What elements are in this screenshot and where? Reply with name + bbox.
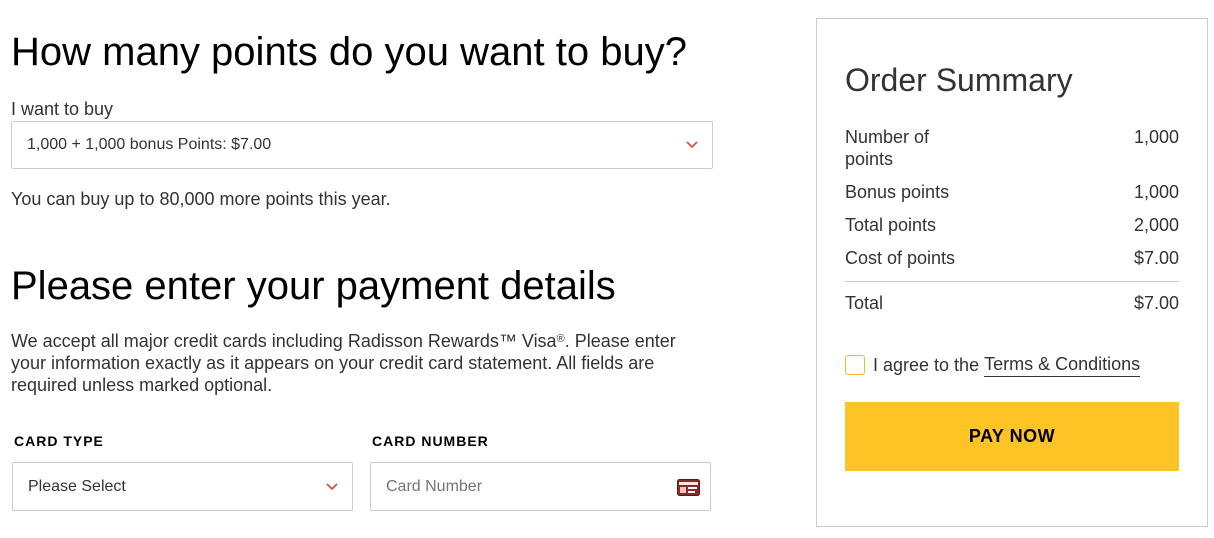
total-label: Total xyxy=(845,293,884,313)
summary-label: Number of points xyxy=(845,127,930,169)
card-number-placeholder: Card Number xyxy=(386,477,483,495)
points-package-select[interactable]: 1,000 + 1,000 bonus Points: $7.00 xyxy=(11,121,713,169)
summary-label: Cost of points xyxy=(845,248,956,268)
pay-now-button[interactable]: PAY NOW xyxy=(845,402,1179,471)
summary-label: Bonus points xyxy=(845,182,950,202)
buy-label: I want to buy xyxy=(11,99,114,119)
credit-card-icon xyxy=(677,479,700,496)
points-package-value: 1,000 + 1,000 bonus Points: $7.00 xyxy=(27,136,272,153)
summary-value: 1,000 xyxy=(1133,182,1179,202)
registered-mark: ® xyxy=(556,333,565,345)
card-number-input[interactable]: Card Number xyxy=(370,462,711,511)
payment-description: We accept all major credit cards includi… xyxy=(11,330,691,396)
order-summary-title: Order Summary xyxy=(845,62,1073,98)
terms-checkbox[interactable] xyxy=(845,355,865,375)
summary-divider xyxy=(845,281,1179,282)
card-type-value: Please Select xyxy=(28,477,126,495)
payment-description-part1: We accept all major credit cards includi… xyxy=(11,331,557,351)
order-summary-panel: Order Summary Number of points 1,000 Bon… xyxy=(816,18,1208,527)
payment-title: Please enter your payment details xyxy=(11,264,616,308)
points-limit-note: You can buy up to 80,000 more points thi… xyxy=(11,189,391,209)
chevron-down-icon xyxy=(326,482,338,490)
agree-text: I agree to the xyxy=(873,354,980,375)
total-value: $7.00 xyxy=(1133,293,1179,313)
summary-label: Total points xyxy=(845,215,937,235)
terms-conditions-link[interactable]: Terms & Conditions xyxy=(984,354,1141,377)
card-type-label: CARD TYPE xyxy=(14,433,104,449)
terms-agreement: I agree to the Terms & Conditions xyxy=(845,353,1141,377)
summary-value: $7.00 xyxy=(1133,248,1179,268)
points-title: How many points do you want to buy? xyxy=(11,30,687,74)
card-number-label: CARD NUMBER xyxy=(372,433,489,449)
summary-value: 1,000 xyxy=(1133,127,1179,147)
summary-value: 2,000 xyxy=(1133,215,1179,235)
chevron-down-icon xyxy=(686,141,698,149)
card-type-select[interactable]: Please Select xyxy=(12,462,353,511)
